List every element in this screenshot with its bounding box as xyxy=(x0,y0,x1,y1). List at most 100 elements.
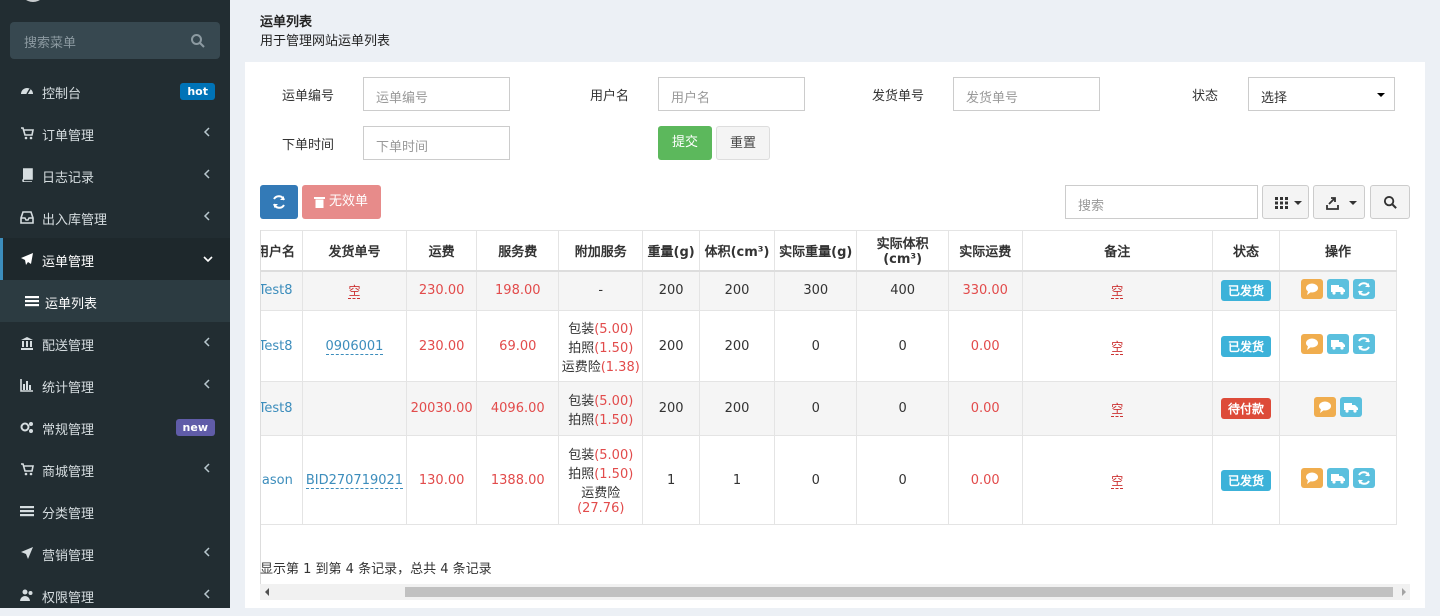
sidebar-item-permissions[interactable]: 权限管理 xyxy=(0,574,230,616)
column-header-actual-volume[interactable]: 实际体积(cm³) xyxy=(856,230,949,272)
refresh-button[interactable] xyxy=(260,185,298,219)
sidebar-item-shop[interactable]: 商城管理 xyxy=(0,448,230,490)
ship-button[interactable] xyxy=(1326,278,1349,299)
submit-button[interactable]: 提交 xyxy=(658,126,712,160)
cell-status: 待付款 xyxy=(1211,381,1280,436)
comment-button[interactable] xyxy=(1300,468,1323,488)
cell-actual-fee: 330.00 xyxy=(947,270,1023,311)
user-link[interactable]: Test8 xyxy=(261,283,292,298)
column-header-remark[interactable]: 备注 xyxy=(1021,230,1213,272)
order-time-placeholder: 下单时间 xyxy=(376,140,429,155)
ship-no-empty[interactable]: 空 xyxy=(348,284,361,300)
ship-button[interactable] xyxy=(1326,334,1349,354)
export-icon xyxy=(1326,197,1339,210)
column-header-weight[interactable]: 重量(g) xyxy=(642,230,700,272)
column-header-status[interactable]: 状态 xyxy=(1211,230,1280,272)
column-header-actual-fee[interactable]: 实际运费 xyxy=(947,230,1023,272)
reset-button[interactable]: 重置 xyxy=(716,126,770,160)
chevron-left-icon xyxy=(203,379,210,389)
order-time-input[interactable]: 下单时间 xyxy=(363,126,510,160)
update-button[interactable] xyxy=(1352,334,1375,354)
comment-button[interactable] xyxy=(1313,396,1336,417)
ship-button[interactable] xyxy=(1326,468,1349,488)
username-placeholder: 用户名 xyxy=(671,91,711,106)
cell-volume: 1 xyxy=(698,435,776,525)
cell-actions xyxy=(1278,310,1398,382)
ship-no-link[interactable]: BID270719021 xyxy=(305,472,404,489)
comment-button[interactable] xyxy=(1300,334,1323,354)
sidebar-item-marketing[interactable]: 营销管理 xyxy=(0,532,230,574)
column-header-user[interactable]: 用户名 xyxy=(261,230,304,272)
sidebar-item-dashboard[interactable]: 控制台 hot xyxy=(0,70,230,112)
sidebar-item-label: 出入库管理 xyxy=(42,213,108,228)
column-header-actions[interactable]: 操作 xyxy=(1278,230,1398,272)
waybill-no-input[interactable]: 运单编号 xyxy=(363,77,510,111)
column-header-fee[interactable]: 运费 xyxy=(405,230,478,272)
sidebar-item-logs[interactable]: 日志记录 xyxy=(0,154,230,196)
cart-icon xyxy=(21,127,34,140)
update-button[interactable] xyxy=(1352,468,1375,488)
invalid-order-button[interactable]: 无效单 xyxy=(302,185,381,219)
sidebar-item-categories[interactable]: 分类管理 xyxy=(0,490,230,532)
update-button[interactable] xyxy=(1352,278,1375,299)
ship-no-placeholder: 发货单号 xyxy=(966,91,1019,106)
table-header-row: 用户名 发货单号 运费 服务费 附加服务 重量(g) 体积(cm³) 实际重量(… xyxy=(261,230,1398,272)
user-link[interactable]: jason xyxy=(261,473,293,488)
sidebar-item-stats[interactable]: 统计管理 xyxy=(0,364,230,406)
column-header-actual-weight[interactable]: 实际重量(g) xyxy=(774,230,858,272)
refresh-icon xyxy=(1358,337,1370,351)
service-name: 包装 xyxy=(568,393,595,409)
ship-no-link[interactable]: 0906001 xyxy=(325,338,384,355)
user-link[interactable]: Test8 xyxy=(261,401,292,416)
sidebar-item-general[interactable]: 常规管理 new xyxy=(0,406,230,448)
cell-service-fee: 4096.00 xyxy=(476,381,560,436)
gears-icon xyxy=(20,422,33,433)
sidebar-item-label: 日志记录 xyxy=(42,171,95,186)
sidebar-item-waybill-list[interactable]: 运单列表 xyxy=(0,280,230,322)
user-link[interactable]: Test8 xyxy=(261,339,292,354)
cell-actual-weight: 0 xyxy=(774,435,858,525)
column-header-volume[interactable]: 体积(cm³) xyxy=(698,230,776,272)
table-search-button[interactable] xyxy=(1370,185,1410,219)
remark-empty[interactable]: 空 xyxy=(1111,339,1124,355)
table-search-input[interactable]: 搜索 xyxy=(1065,185,1258,219)
book-icon xyxy=(22,168,33,182)
comment-icon xyxy=(1305,283,1318,295)
sidebar-item-orders[interactable]: 订单管理 xyxy=(0,112,230,154)
service-price: (1.50) xyxy=(594,412,634,428)
remark-empty[interactable]: 空 xyxy=(1111,284,1124,300)
sidebar-item-label: 控制台 xyxy=(42,87,82,102)
sidebar-item-waybills[interactable]: 运单管理 xyxy=(0,238,230,280)
cell-user: Test8 xyxy=(261,381,304,436)
service-name: 拍照 xyxy=(568,340,595,356)
sidebar-item-label: 运单管理 xyxy=(42,255,95,270)
cell-remark: 空 xyxy=(1021,310,1213,382)
horizontal-scrollbar[interactable] xyxy=(260,584,1410,600)
cell-fee: 230.00 xyxy=(405,270,478,311)
column-header-ship-no[interactable]: 发货单号 xyxy=(302,230,407,272)
comment-button[interactable] xyxy=(1300,278,1323,299)
export-button[interactable] xyxy=(1313,185,1365,219)
menu-search-placeholder: 搜索菜单 xyxy=(24,36,77,51)
sidebar-item-inventory[interactable]: 出入库管理 xyxy=(0,196,230,238)
search-icon[interactable] xyxy=(190,33,206,49)
scroll-thumb[interactable] xyxy=(405,587,1393,597)
ship-no-input[interactable]: 发货单号 xyxy=(953,77,1100,111)
status-label: 状态 xyxy=(1192,89,1219,104)
column-header-service-fee[interactable]: 服务费 xyxy=(476,230,560,272)
menu-search[interactable]: 搜索菜单 xyxy=(10,22,220,59)
ship-button[interactable] xyxy=(1339,396,1362,417)
chevron-left-icon xyxy=(203,211,210,221)
cell-fee: 130.00 xyxy=(405,435,478,525)
service-name: 运费险 xyxy=(581,486,621,501)
status-select[interactable]: 选择 xyxy=(1248,77,1395,111)
columns-toggle-button[interactable] xyxy=(1262,185,1309,219)
sidebar-item-delivery[interactable]: 配送管理 xyxy=(0,322,230,364)
scroll-left-arrow[interactable] xyxy=(265,588,269,596)
column-header-extra-service[interactable]: 附加服务 xyxy=(558,230,644,272)
scroll-right-arrow[interactable] xyxy=(1402,588,1406,596)
remark-empty[interactable]: 空 xyxy=(1111,473,1124,489)
sidebar-item-label: 分类管理 xyxy=(42,507,95,522)
username-input[interactable]: 用户名 xyxy=(658,77,805,111)
remark-empty[interactable]: 空 xyxy=(1111,402,1124,417)
